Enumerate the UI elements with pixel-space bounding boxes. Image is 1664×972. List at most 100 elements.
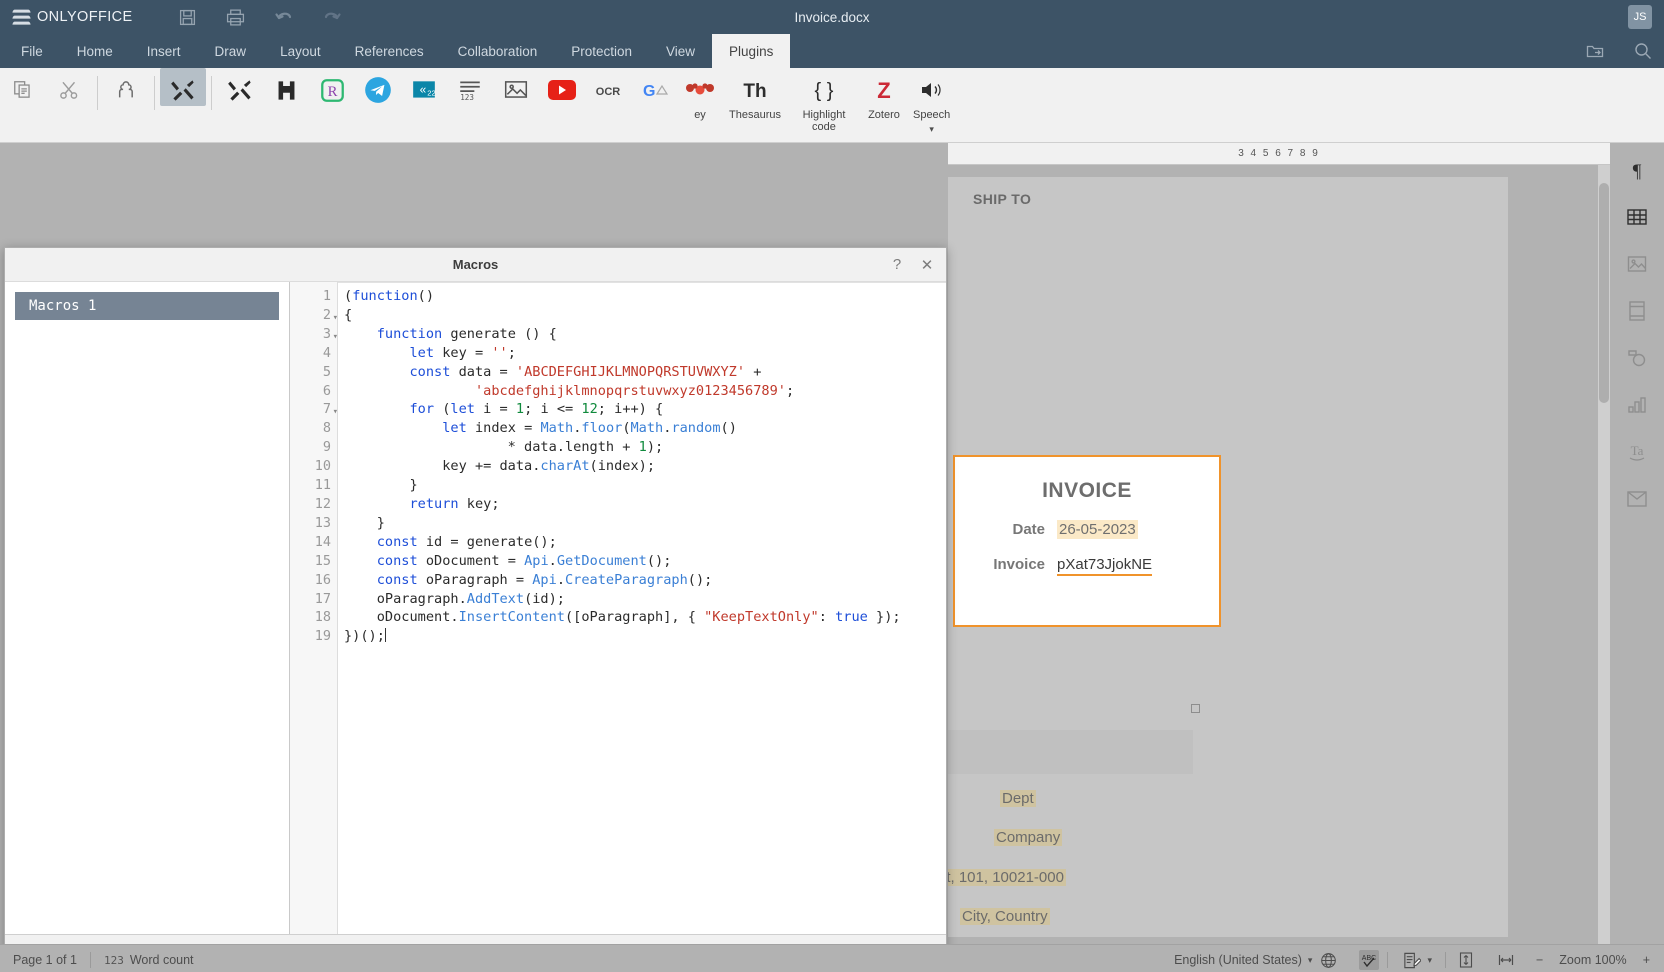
vertical-scrollbar-thumb[interactable] xyxy=(1599,183,1609,403)
menu-item-collaboration[interactable]: Collaboration xyxy=(441,34,555,68)
plugin-puzzle-icon xyxy=(114,74,139,106)
dialog-header[interactable]: Macros ? ✕ xyxy=(5,248,946,282)
code-snippet-button[interactable]: «22 xyxy=(401,68,447,106)
readability-icon: R xyxy=(320,74,345,106)
fit-width-icon[interactable] xyxy=(1496,950,1516,970)
ship-to-line-4[interactable]: City, Country xyxy=(960,908,1050,925)
fit-width-button[interactable] xyxy=(1486,950,1526,970)
horizontal-ruler[interactable]: 3 4 5 6 7 8 9 xyxy=(948,143,1610,165)
cut-icon xyxy=(58,74,80,106)
copy-button[interactable] xyxy=(0,68,46,106)
open-file-location-icon[interactable] xyxy=(1584,40,1606,62)
macros-list[interactable]: Macros 1 xyxy=(5,282,290,934)
question-icon[interactable]: ? xyxy=(888,256,906,273)
ship-to-line-3[interactable]: et, 101, 10021-000 xyxy=(948,869,1066,886)
telegram-button[interactable] xyxy=(355,68,401,106)
photo-editor-button[interactable] xyxy=(493,68,539,106)
svg-text:«: « xyxy=(420,82,427,96)
highlight-code-button[interactable]: { } Highlight code xyxy=(787,68,861,133)
menu-item-file[interactable]: File xyxy=(4,34,60,68)
youtube-button[interactable] xyxy=(539,68,585,106)
invoice-number-value[interactable]: pXat73JjokNE xyxy=(1057,556,1153,576)
menu-item-protection[interactable]: Protection xyxy=(554,34,649,68)
readability-button[interactable]: R xyxy=(309,68,355,106)
word-count[interactable]: 123 Word count xyxy=(91,945,207,972)
code-editor[interactable]: 1 2 ▾ 3 ▾ 4 5 6 7 ▾ 8 9 10 11 12 13 14 15 1… xyxy=(290,282,946,934)
zotero-button[interactable]: Z Zotero xyxy=(861,68,907,121)
paragraph-settings-icon[interactable]: ¶ xyxy=(1624,157,1650,183)
page-info[interactable]: Page 1 of 1 xyxy=(0,945,90,972)
track-changes-icon[interactable] xyxy=(1401,950,1421,970)
cut-button[interactable] xyxy=(46,68,92,106)
mail-merge-icon[interactable] xyxy=(1624,486,1650,512)
handwriting-button[interactable] xyxy=(263,68,309,106)
undo-icon[interactable] xyxy=(273,6,295,28)
chevron-down-icon[interactable]: ▾ xyxy=(929,124,934,135)
macros-dialog[interactable]: Macros ? ✕ Macros 1 1 2▾ 3▾ 4 5 6 7▾ xyxy=(4,247,947,972)
line-number: 14 xyxy=(314,533,331,550)
close-icon[interactable]: ✕ xyxy=(918,256,936,274)
document-canvas[interactable]: INVOICE Date 26-05-2023 Invoice pXat73Jj… xyxy=(948,165,1610,972)
ship-to-line-1[interactable]: Dept xyxy=(1000,790,1036,807)
menu-item-plugins[interactable]: Plugins xyxy=(712,34,791,68)
macros-button[interactable] xyxy=(160,68,206,106)
line-number: 11 xyxy=(314,477,331,494)
count-button[interactable]: 123 xyxy=(447,68,493,106)
menu-item-insert[interactable]: Insert xyxy=(130,34,198,68)
svg-text:{ }: { } xyxy=(815,80,834,102)
line-number: 1 xyxy=(322,288,331,304)
ribbon-divider xyxy=(211,76,212,110)
chevron-down-icon[interactable]: ▾ xyxy=(1308,955,1313,966)
save-icon[interactable] xyxy=(177,6,199,28)
line-number: 12 xyxy=(314,495,331,512)
language-selector[interactable]: English (United States) ▾ xyxy=(1161,950,1351,970)
ship-to-line-2[interactable]: Company xyxy=(994,829,1063,846)
zoom-in-button[interactable]: + xyxy=(1633,953,1664,967)
track-changes-selector[interactable]: ▾ xyxy=(1388,950,1445,970)
image-settings-icon[interactable] xyxy=(1624,251,1650,277)
search-icon[interactable] xyxy=(1632,40,1654,62)
print-icon[interactable] xyxy=(225,6,247,28)
text-art-settings-icon[interactable]: Ta xyxy=(1624,439,1650,465)
redo-icon[interactable] xyxy=(321,6,343,28)
menu-item-view[interactable]: View xyxy=(649,34,712,68)
chevron-down-icon[interactable]: ▾ xyxy=(1427,955,1432,966)
handwriting-icon xyxy=(274,74,299,106)
speech-button[interactable]: Speech ▾ xyxy=(907,68,956,135)
chart-settings-icon[interactable] xyxy=(1624,392,1650,418)
ocr-button[interactable]: OCR xyxy=(585,68,631,106)
line-number: 4 xyxy=(322,344,331,361)
globe-icon[interactable] xyxy=(1318,950,1338,970)
code-text-area[interactable]: (function() { function generate () { let… xyxy=(338,282,946,934)
zoom-level[interactable]: Zoom 100% xyxy=(1553,953,1632,967)
invoice-date-value[interactable]: 26-05-2023 xyxy=(1057,520,1138,539)
document-page[interactable]: INVOICE Date 26-05-2023 Invoice pXat73Jj… xyxy=(948,177,1508,964)
mendeley-button[interactable]: ey xyxy=(677,68,723,121)
shape-settings-icon[interactable] xyxy=(1624,345,1650,371)
object-anchor[interactable] xyxy=(1191,704,1200,713)
zoom-out-button[interactable]: − xyxy=(1526,953,1553,967)
svg-text:R: R xyxy=(327,84,337,100)
thesaurus-button[interactable]: Th Thesaurus xyxy=(723,68,787,121)
list-item-macros-1[interactable]: Macros 1 xyxy=(15,292,279,320)
table-settings-icon[interactable] xyxy=(1624,204,1650,230)
settings-tools-button[interactable] xyxy=(217,68,263,106)
thesaurus-label: Thesaurus xyxy=(729,109,781,121)
header-footer-settings-icon[interactable] xyxy=(1624,298,1650,324)
vertical-scrollbar[interactable] xyxy=(1598,165,1610,972)
thesaurus-icon: Th xyxy=(738,74,772,106)
spellcheck-icon[interactable]: ABC xyxy=(1359,950,1380,970)
spellcheck-toggle[interactable]: ABC xyxy=(1351,950,1387,970)
menu-item-layout[interactable]: Layout xyxy=(263,34,338,68)
plugin-manager-button[interactable] xyxy=(103,68,149,106)
fit-page-icon[interactable] xyxy=(1456,950,1476,970)
translate-button[interactable]: G xyxy=(631,68,677,106)
word-count-icon: 123 xyxy=(103,953,124,967)
avatar[interactable]: JS xyxy=(1628,5,1652,29)
line-number: 3 ▾ xyxy=(290,325,338,344)
line-number: 2 ▾ xyxy=(290,306,338,325)
menu-item-home[interactable]: Home xyxy=(60,34,130,68)
fit-page-button[interactable] xyxy=(1446,950,1486,970)
menu-item-references[interactable]: References xyxy=(338,34,441,68)
menu-item-draw[interactable]: Draw xyxy=(198,34,264,68)
